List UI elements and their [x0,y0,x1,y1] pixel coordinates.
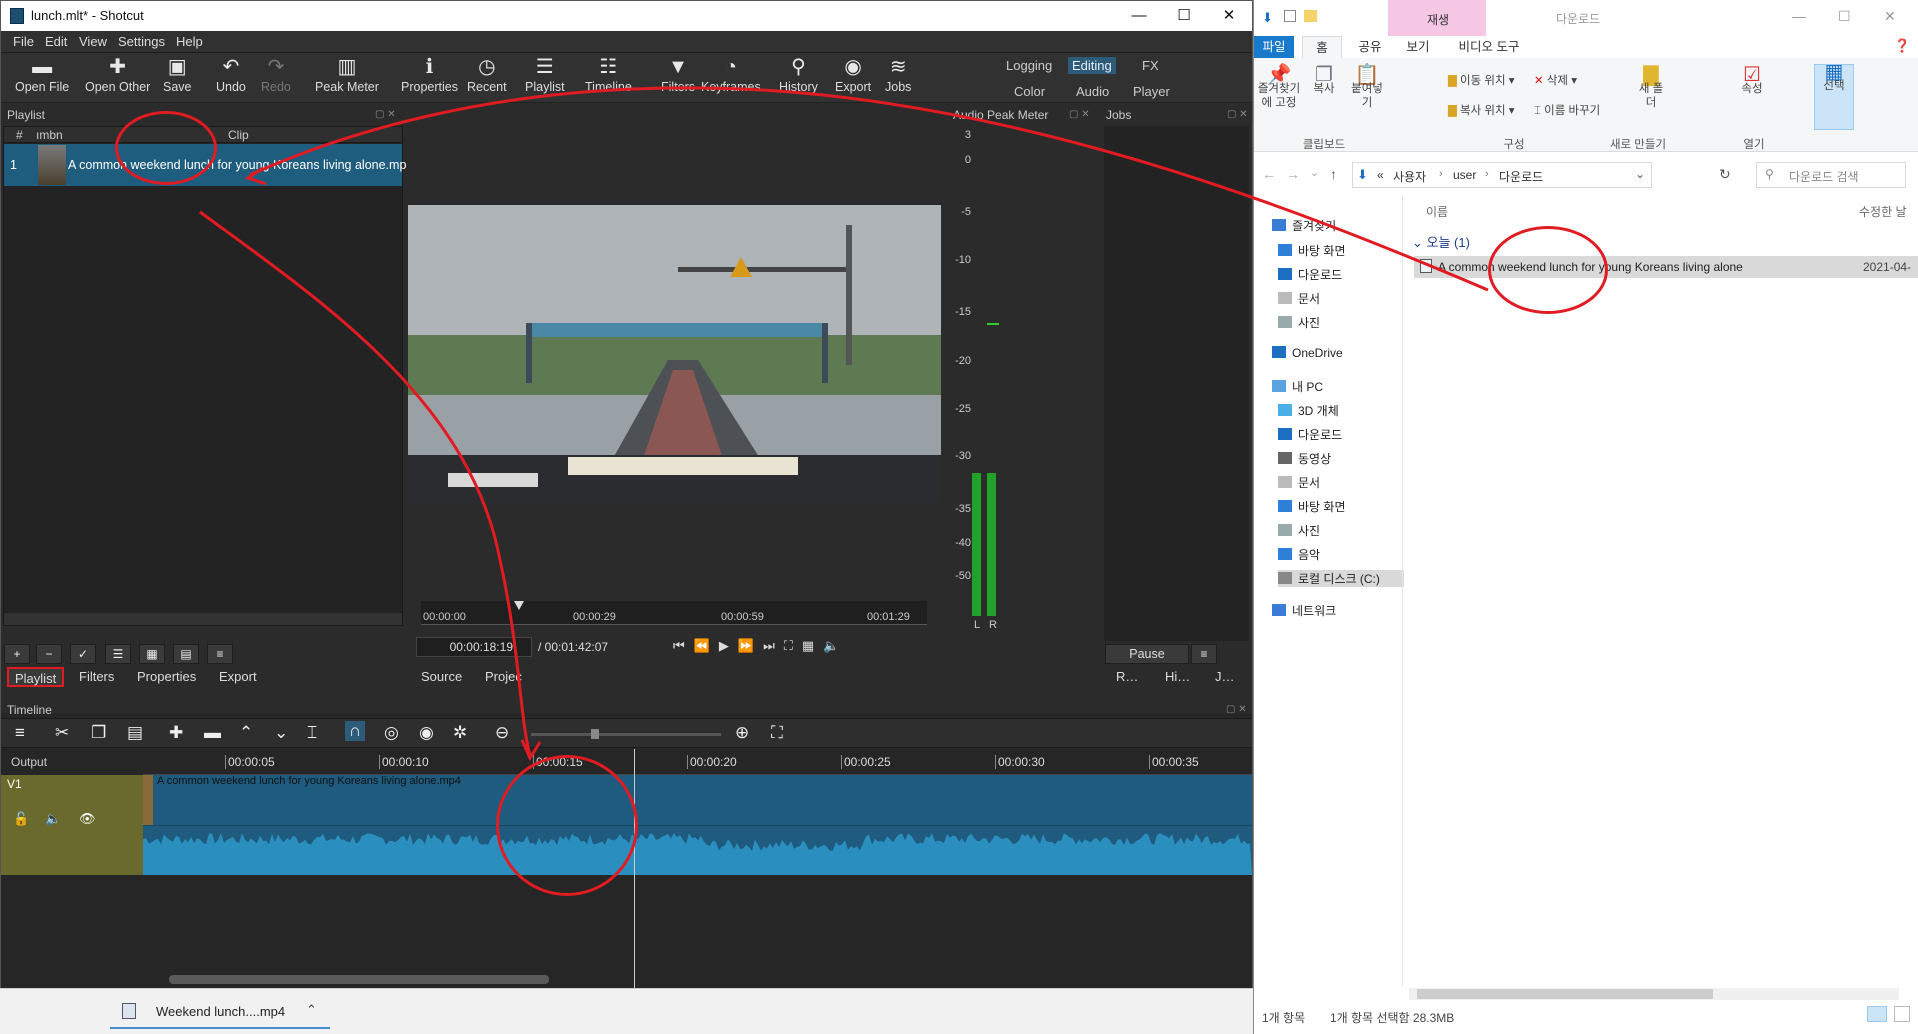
annotation-arrow-explorer-to-playlist [249,86,1489,292]
annotation-arrowhead-2 [520,739,542,762]
annotation-arrows [199,86,1489,762]
annotation-arrow-playlist-to-timeline [199,210,532,756]
